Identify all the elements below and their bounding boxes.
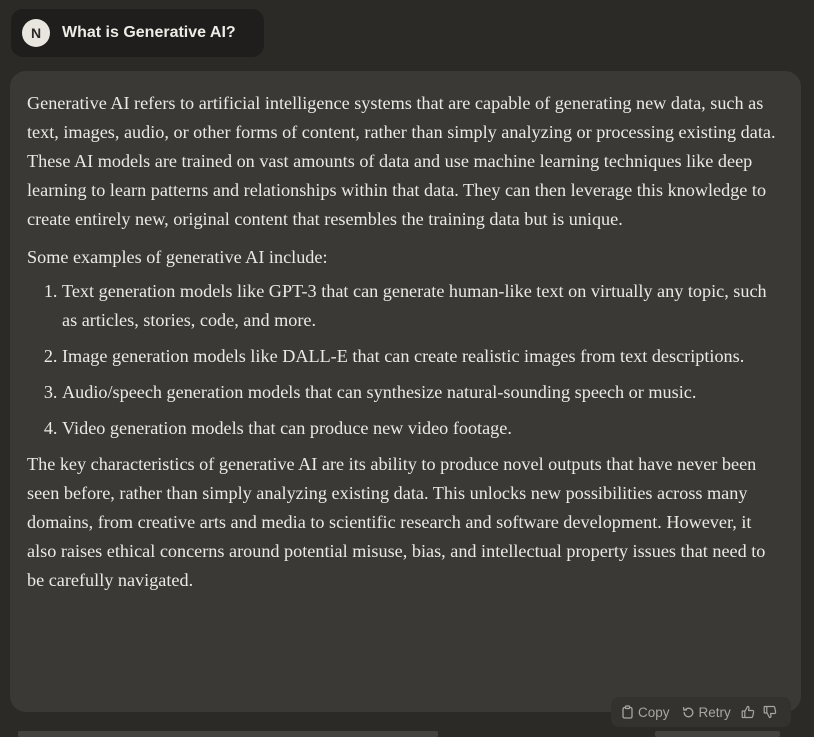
examples-list: Text generation models like GPT-3 that c… [27,277,784,443]
assistant-response: Generative AI refers to artificial intel… [10,71,801,712]
response-actions: Copy Retry [611,697,791,727]
retry-icon [682,706,695,719]
list-item: Image generation models like DALL-E that… [62,342,784,371]
footer-disclaimer [0,731,814,737]
thumbs-down-button[interactable] [763,705,777,719]
chat-page: N What is Generative AI? Generative AI r… [0,0,814,737]
retry-button[interactable]: Retry [682,705,731,720]
user-avatar: N [22,19,50,47]
list-item: Video generation models that can produce… [62,414,784,443]
retry-label: Retry [698,704,731,720]
user-message: N What is Generative AI? [11,9,264,57]
response-paragraph-1: Generative AI refers to artificial intel… [27,93,776,229]
response-paragraph-2: The key characteristics of generative AI… [27,454,766,590]
clipboard-icon [621,705,634,719]
examples-intro: Some examples of generative AI include: [27,247,328,267]
list-item: Text generation models like GPT-3 that c… [62,277,784,335]
list-item: Audio/speech generation models that can … [62,378,784,407]
copy-button[interactable]: Copy [621,705,670,720]
thumbs-down-icon [763,705,777,719]
thumbs-up-button[interactable] [741,705,755,719]
copy-label: Copy [638,704,670,720]
user-message-text: What is Generative AI? [62,24,236,41]
thumbs-up-icon [741,705,755,719]
